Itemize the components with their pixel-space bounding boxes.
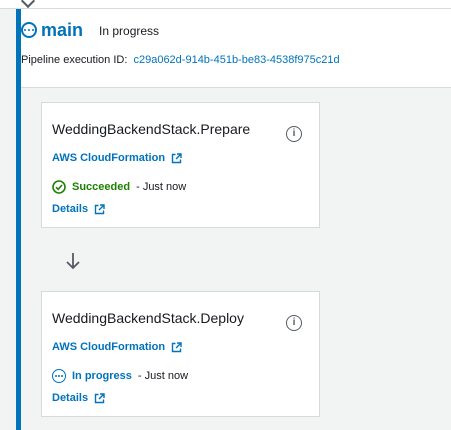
stage-status: In progress: [99, 24, 160, 38]
provider-label: AWS CloudFormation: [52, 152, 166, 164]
action-title: WeddingBackendStack.Deploy: [52, 310, 244, 326]
info-icon[interactable]: i: [286, 315, 302, 331]
action-status: Succeeded: [72, 181, 131, 193]
provider-label: AWS CloudFormation: [52, 341, 166, 353]
stage-name: main: [41, 19, 84, 40]
check-circle-icon: [52, 180, 66, 194]
action-card-deploy: WeddingBackendStack.Deploy i AWS CloudFo…: [41, 291, 320, 417]
external-link-icon: [171, 152, 182, 163]
previous-stage-strip: [0, 0, 451, 9]
external-link-icon: [94, 203, 105, 214]
info-icon[interactable]: i: [286, 126, 302, 142]
in-progress-icon: [21, 22, 37, 38]
action-time: - Just now: [136, 181, 187, 193]
arrow-down-icon: [66, 253, 80, 270]
details-link[interactable]: Details: [52, 203, 105, 215]
action-status-row: In progress - Just now: [52, 369, 188, 383]
action-time: - Just now: [137, 370, 189, 382]
action-title: WeddingBackendStack.Prepare: [52, 121, 251, 137]
action-status-row: Succeeded - Just now: [52, 180, 186, 194]
chevron-down-icon[interactable]: [20, 0, 36, 9]
stage-title-row: main In progress: [21, 19, 159, 41]
execution-id-row: Pipeline execution ID: c29a062d-914b-451…: [21, 54, 340, 66]
in-progress-icon: [52, 369, 66, 383]
details-link[interactable]: Details: [52, 392, 105, 404]
external-link-icon: [171, 341, 182, 352]
provider-link[interactable]: AWS CloudFormation: [52, 341, 182, 353]
action-card-prepare: WeddingBackendStack.Prepare i AWS CloudF…: [41, 102, 320, 228]
details-label: Details: [52, 392, 89, 404]
provider-link[interactable]: AWS CloudFormation: [52, 152, 182, 164]
details-label: Details: [52, 203, 89, 215]
external-link-icon: [94, 392, 105, 403]
execution-id-label: Pipeline execution ID:: [21, 54, 128, 66]
pipeline-view: main In progress Pipeline execution ID: …: [0, 0, 451, 430]
execution-id-link[interactable]: c29a062d-914b-451b-be83-4538f975c21d: [133, 54, 339, 66]
action-status: In progress: [72, 370, 132, 382]
